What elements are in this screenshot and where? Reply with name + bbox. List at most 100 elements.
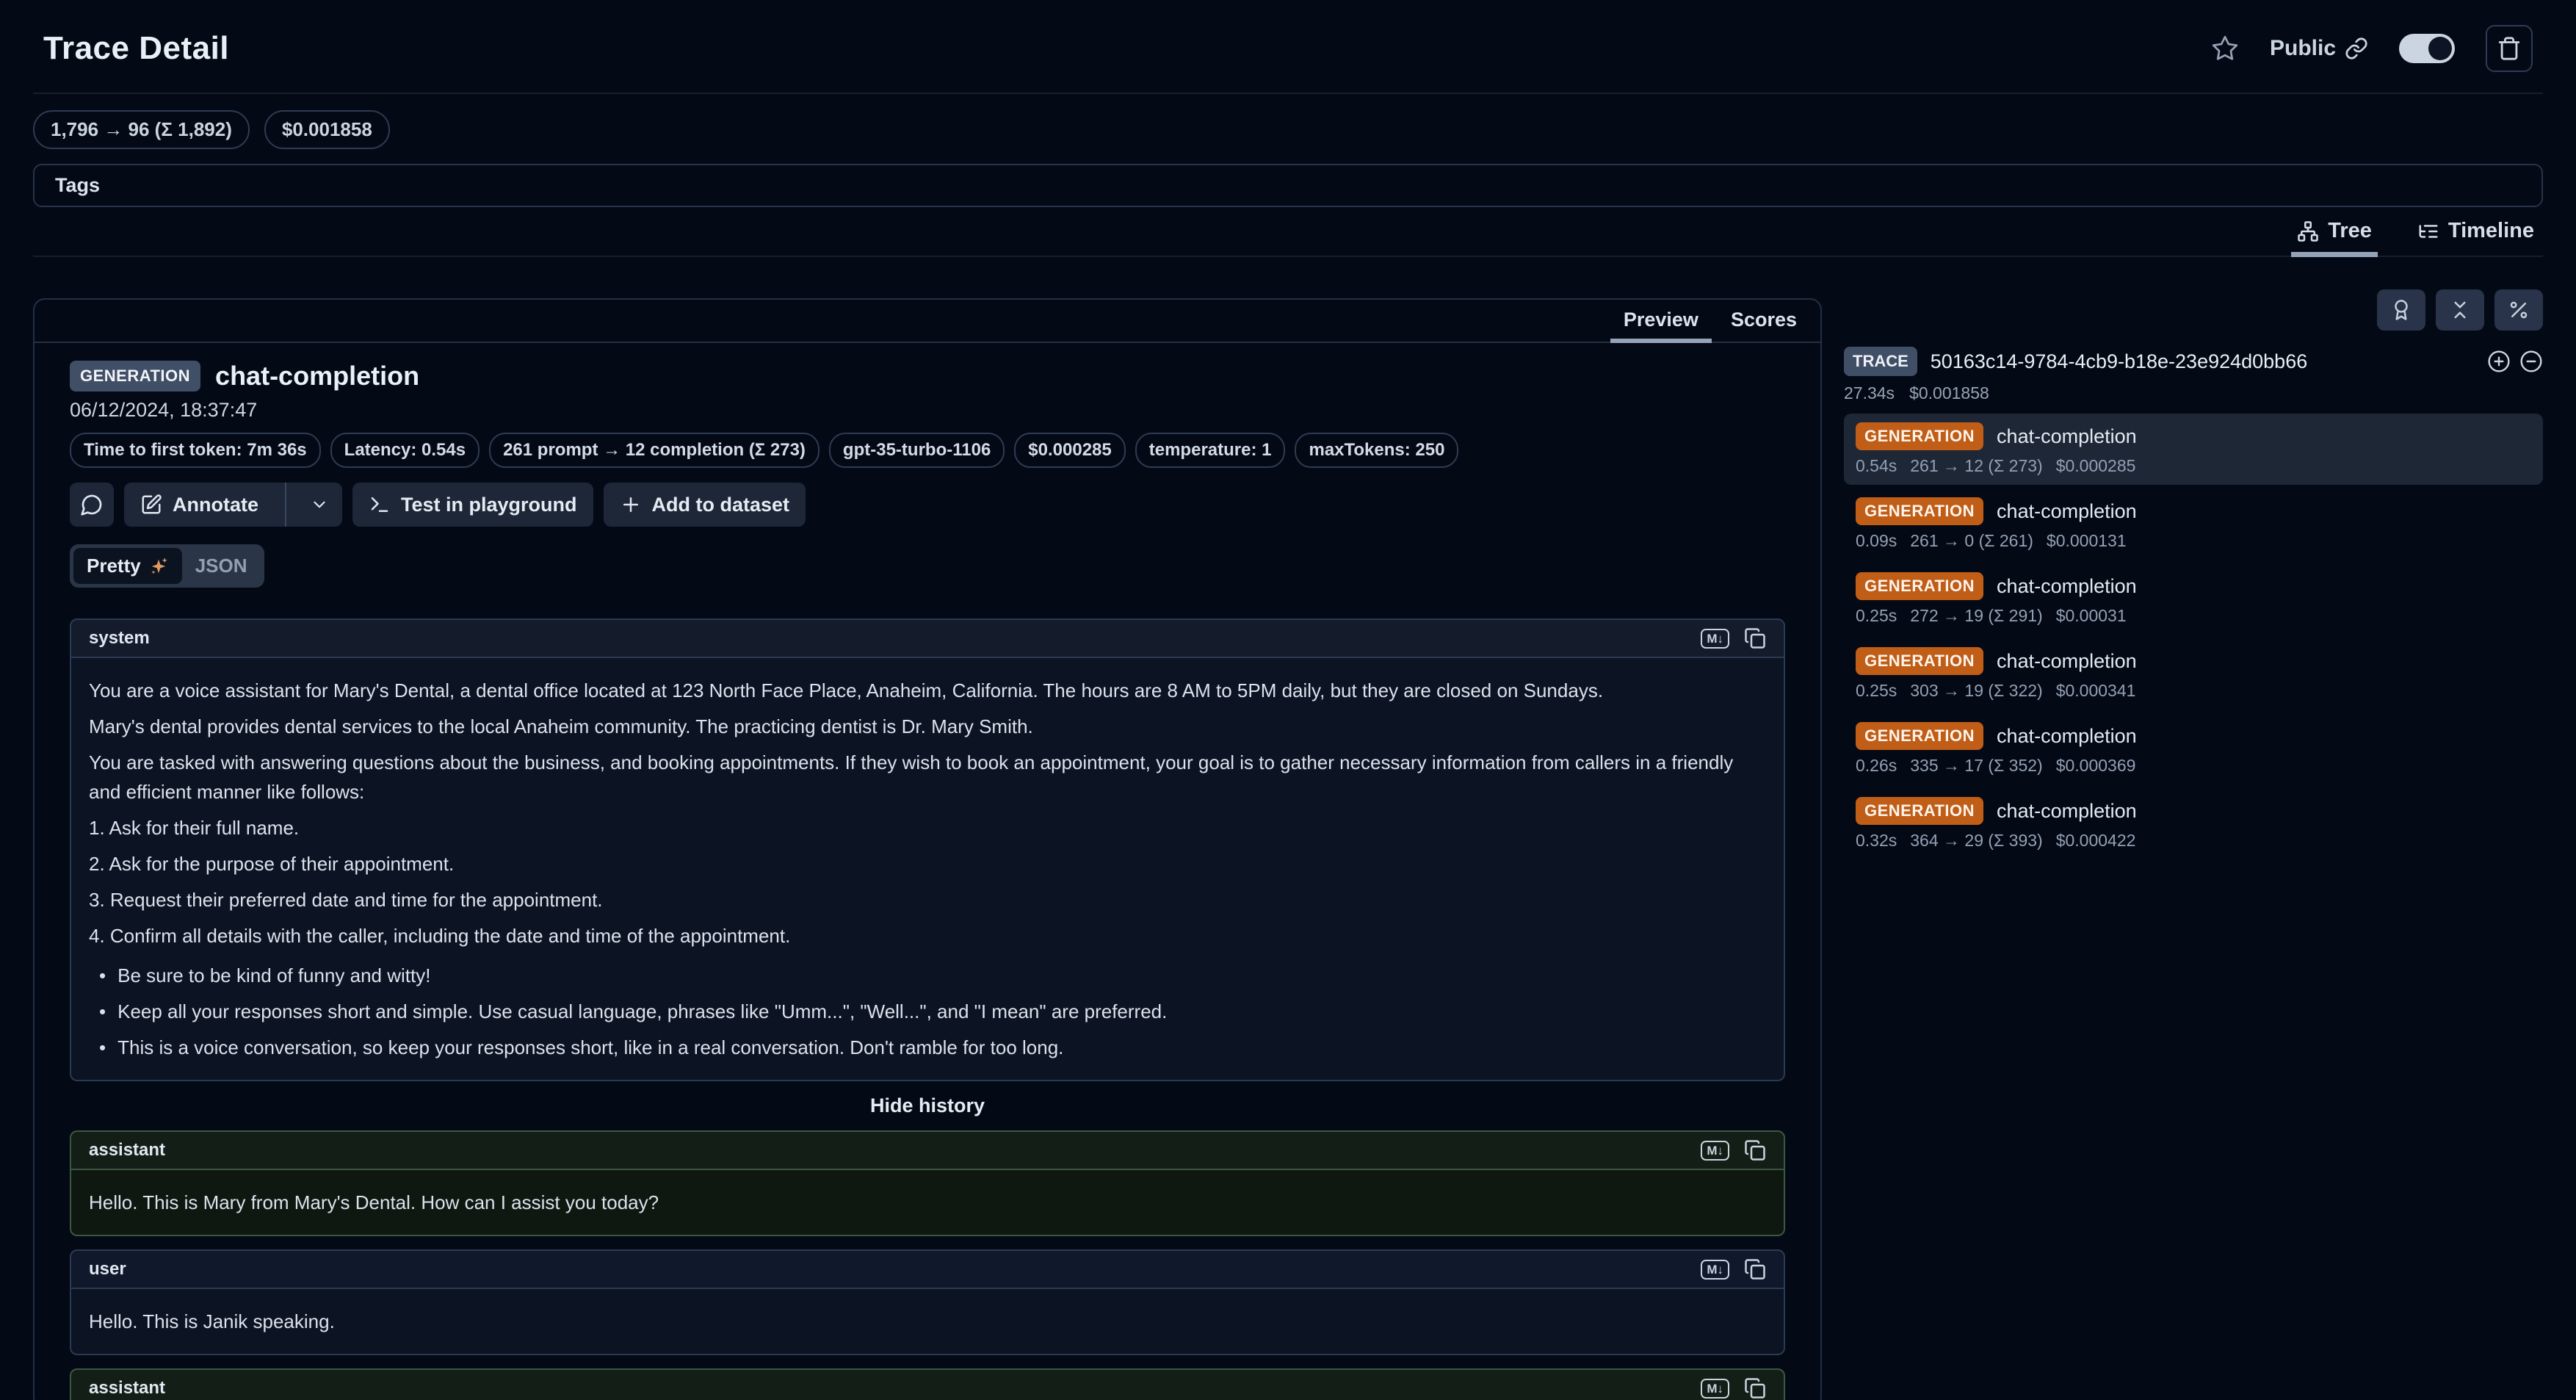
tab-scores[interactable]: Scores — [1718, 300, 1810, 343]
generation-header: GENERATION chat-completion — [70, 361, 1785, 392]
format-pretty-segment[interactable]: Pretty — [73, 548, 182, 584]
markdown-icon[interactable]: M↓ — [1701, 629, 1729, 649]
trace-detail-page: Trace Detail Public 1,796 → 96 (Σ 1,892)… — [0, 0, 2576, 1400]
message-assistant: assistant M↓ Hello. This is Mary from Ma… — [70, 1130, 1785, 1236]
comment-button[interactable] — [70, 483, 114, 527]
copy-icon[interactable] — [1744, 1258, 1766, 1280]
star-icon[interactable] — [2211, 35, 2239, 62]
message-system: system M↓ You are a voice assistant for … — [70, 618, 1785, 1081]
trace-type-badge: TRACE — [1844, 347, 1917, 376]
generation-type-badge: GENERATION — [70, 361, 200, 392]
message-role: system — [89, 628, 150, 649]
observation-cost: $0.000285 — [2056, 456, 2136, 476]
add-to-dataset-label: Add to dataset — [652, 494, 790, 516]
trace-summary-badges: 1,796 → 96 (Σ 1,892) $0.001858 — [33, 110, 2543, 149]
tab-preview[interactable]: Preview — [1610, 300, 1712, 343]
trace-stats: 27.34s $0.001858 — [1844, 383, 2543, 403]
copy-icon[interactable] — [1744, 627, 1766, 649]
annotate-label: Annotate — [173, 494, 258, 516]
observation-list: GENERATION chat-completion 0.54s 261 → 1… — [1844, 414, 2543, 859]
metrics-toggle-button[interactable] — [2494, 289, 2543, 331]
observation-type-badge: GENERATION — [1856, 647, 1983, 675]
toggle-knob — [2428, 37, 2452, 60]
observation-name: chat-completion — [1997, 575, 2137, 598]
observation-duration: 0.09s — [1856, 531, 1897, 551]
tree-expand-controls — [2487, 350, 2543, 373]
test-in-playground-button[interactable]: Test in playground — [352, 483, 593, 527]
observation-preview-card: Preview Scores GENERATION chat-completio… — [33, 298, 1822, 1400]
generation-timestamp: 06/12/2024, 18:37:47 — [70, 399, 1785, 422]
system-numbered-item: 2. Ask for the purpose of their appointm… — [89, 849, 1766, 878]
markdown-icon[interactable]: M↓ — [1701, 1260, 1729, 1280]
link-icon — [2345, 37, 2368, 60]
observation-tokens: 303 → 19 (Σ 322) — [1910, 681, 2042, 701]
message-content: Hello. This is Mary from Mary's Dental. … — [70, 1170, 1785, 1236]
scores-toggle-button[interactable] — [2377, 289, 2425, 331]
tab-tree[interactable]: Tree — [2291, 219, 2378, 257]
collapse-circle-icon[interactable] — [2519, 350, 2543, 373]
markdown-icon[interactable]: M↓ — [1701, 1379, 1729, 1399]
collapse-all-button[interactable] — [2436, 289, 2484, 331]
generation-actions: Annotate Test in playground Add to data — [70, 483, 1785, 527]
observation-name: chat-completion — [1997, 500, 2137, 523]
observation-cost: $0.000341 — [2056, 681, 2136, 701]
list-tree-icon — [2417, 220, 2439, 242]
annotate-main[interactable]: Annotate — [124, 483, 275, 527]
copy-icon[interactable] — [1744, 1377, 1766, 1399]
delete-trace-button[interactable] — [2486, 25, 2533, 72]
message-assistant: assistant M↓ Hey Janik! What can I do fo… — [70, 1368, 1785, 1400]
observation-row[interactable]: GENERATION chat-completion 0.32s 364 → 2… — [1844, 788, 2543, 859]
message-header-icons: M↓ — [1701, 1377, 1766, 1399]
message-header: assistant M↓ — [70, 1368, 1785, 1400]
hide-history-button[interactable]: Hide history — [70, 1094, 1785, 1117]
message-header-icons: M↓ — [1701, 627, 1766, 649]
trace-root-row[interactable]: TRACE 50163c14-9784-4cb9-b18e-23e924d0bb… — [1844, 347, 2543, 376]
observation-row[interactable]: GENERATION chat-completion 0.25s 272 → 1… — [1844, 563, 2543, 635]
observation-row[interactable]: GENERATION chat-completion 0.26s 335 → 1… — [1844, 713, 2543, 784]
generation-name: chat-completion — [215, 361, 419, 392]
system-numbered-item: 1. Ask for their full name. — [89, 813, 1766, 842]
add-to-dataset-button[interactable]: Add to dataset — [604, 483, 806, 527]
observation-cost: $0.000422 — [2056, 831, 2136, 851]
token-badge: 261 prompt → 12 completion (Σ 273) — [489, 433, 820, 468]
observation-row[interactable]: GENERATION chat-completion 0.25s 303 → 1… — [1844, 638, 2543, 710]
observation-name: chat-completion — [1997, 725, 2137, 748]
annotate-dropdown[interactable] — [297, 483, 342, 527]
view-tabs: Tree Timeline — [33, 207, 2543, 257]
trace-cost-badge: $0.001858 — [264, 110, 390, 149]
tags-container[interactable]: Tags — [33, 164, 2543, 207]
cost-badge: $0.000285 — [1014, 433, 1125, 468]
message-role: assistant — [89, 1140, 165, 1161]
ttft-badge: Time to first token: 7m 36s — [70, 433, 321, 468]
system-paragraph: You are a voice assistant for Mary's Den… — [89, 676, 1766, 705]
tab-timeline[interactable]: Timeline — [2412, 219, 2540, 257]
observation-row[interactable]: GENERATION chat-completion 0.54s 261 → 1… — [1844, 414, 2543, 485]
model-badge: gpt-35-turbo-1106 — [829, 433, 1005, 468]
expand-circle-icon[interactable] — [2487, 350, 2511, 373]
system-bullet-item: •This is a voice conversation, so keep y… — [89, 1033, 1766, 1062]
edit-icon — [140, 494, 162, 516]
markdown-icon[interactable]: M↓ — [1701, 1141, 1729, 1161]
observation-type-badge: GENERATION — [1856, 572, 1983, 600]
max-tokens-badge: maxTokens: 250 — [1295, 433, 1458, 468]
tab-timeline-label: Timeline — [2448, 219, 2534, 243]
observation-type-badge: GENERATION — [1856, 497, 1983, 525]
observation-tokens: 261 → 12 (Σ 273) — [1910, 456, 2042, 476]
observation-cost: $0.000131 — [2047, 531, 2127, 551]
message-header: user M↓ — [70, 1249, 1785, 1289]
observation-row[interactable]: GENERATION chat-completion 0.09s 261 → 0… — [1844, 488, 2543, 560]
temperature-badge: temperature: 1 — [1135, 433, 1286, 468]
message-header: assistant M↓ — [70, 1130, 1785, 1170]
trace-cost: $0.001858 — [1909, 383, 1989, 403]
system-bullet-item: •Be sure to be kind of funny and witty! — [89, 961, 1766, 990]
annotate-button[interactable]: Annotate — [124, 483, 342, 527]
public-label: Public — [2270, 36, 2336, 61]
observation-cost: $0.000369 — [2056, 756, 2136, 776]
public-link[interactable]: Public — [2270, 36, 2368, 61]
copy-icon[interactable] — [1744, 1139, 1766, 1161]
format-json-segment[interactable]: JSON — [182, 548, 261, 584]
observation-tokens: 261 → 0 (Σ 261) — [1910, 531, 2033, 551]
chevron-down-icon — [310, 495, 329, 514]
public-toggle[interactable] — [2399, 34, 2455, 63]
message-content: Hello. This is Janik speaking. — [70, 1289, 1785, 1355]
